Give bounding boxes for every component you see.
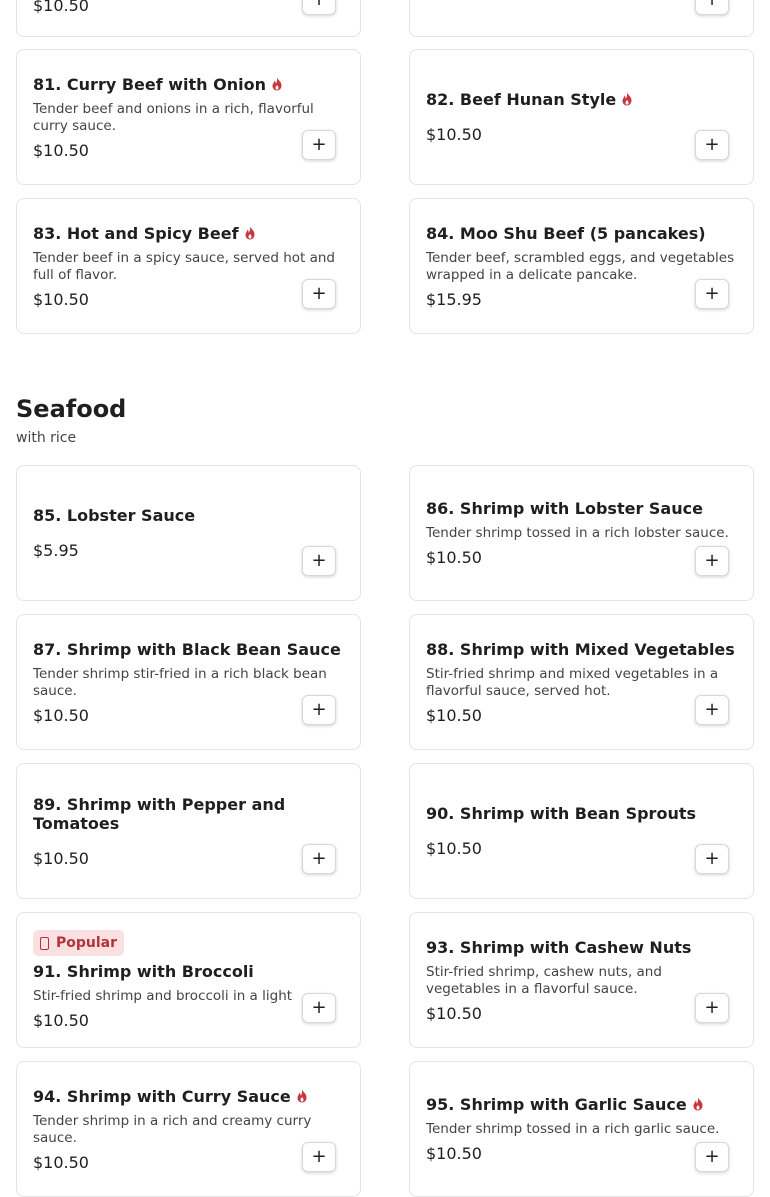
item-description: Stir-fried shrimp and broccoli in a ligh… — [33, 988, 293, 1004]
menu-item-card[interactable]: 90. Shrimp with Bean Sprouts $10.50 + — [409, 763, 754, 899]
menu-item-card[interactable]: 83. Hot and Spicy Beef Tender beef in a … — [16, 198, 361, 334]
add-to-cart-button[interactable]: + — [302, 1142, 336, 1172]
item-description: Tender shrimp tossed in a rich lobster s… — [426, 525, 729, 541]
item-title: 85. Lobster Sauce — [33, 506, 196, 525]
item-price: $10.50 — [33, 0, 89, 15]
item-price: $10.50 — [426, 125, 482, 144]
item-price: $10.50 — [33, 140, 89, 160]
add-to-cart-button[interactable]: + — [302, 546, 336, 576]
item-title: 91. Shrimp with Broccoli — [33, 962, 254, 981]
item-title: 81. Curry Beef with Onion — [33, 74, 266, 94]
add-to-cart-button[interactable]: + — [695, 695, 729, 725]
item-title: 84. Moo Shu Beef (5 pancakes) — [426, 223, 706, 243]
section-title: Seafood — [16, 395, 127, 423]
menu-item-card[interactable]: Popular 91. Shrimp with Broccoli Stir-fr… — [16, 912, 361, 1048]
menu-item-card[interactable]: + — [409, 0, 754, 37]
item-description: Tender beef in a spicy sauce, served hot… — [33, 249, 335, 283]
item-price: $10.50 — [426, 839, 482, 858]
menu-item-card[interactable]: 82. Beef Hunan Style $10.50 + — [409, 49, 754, 185]
item-description: Tender beef, scrambled eggs, and vegetab… — [426, 249, 735, 283]
add-to-cart-button[interactable]: + — [302, 279, 336, 309]
item-title: 86. Shrimp with Lobster Sauce — [426, 499, 703, 518]
item-title: 90. Shrimp with Bean Sprouts — [426, 804, 696, 823]
spicy-flame-icon — [272, 77, 282, 90]
item-description: Tender shrimp tossed in a rich garlic sa… — [426, 1121, 720, 1137]
menu-item-card[interactable]: 84. Moo Shu Beef (5 pancakes) Tender bee… — [409, 198, 754, 334]
item-description: Stir-fried shrimp and mixed vegetables i… — [426, 665, 719, 699]
menu-item-card[interactable]: 89. Shrimp with Pepper and Tomatoes $10.… — [16, 763, 361, 899]
menu-item-card[interactable]: 86. Shrimp with Lobster Sauce Tender shr… — [409, 465, 754, 601]
add-to-cart-button[interactable]: + — [695, 279, 729, 309]
item-title: 83. Hot and Spicy Beef — [33, 223, 239, 243]
add-to-cart-button[interactable]: + — [302, 844, 336, 874]
add-to-cart-button[interactable]: + — [695, 1142, 729, 1172]
item-title: 94. Shrimp with Curry Sauce — [33, 1086, 291, 1106]
item-price: $10.50 — [426, 548, 482, 567]
menu-item-card[interactable]: $10.50 + — [16, 0, 361, 37]
item-price: $10.50 — [426, 1144, 482, 1163]
menu-item-card[interactable]: 88. Shrimp with Mixed Vegetables Stir-fr… — [409, 614, 754, 750]
popular-badge-label: Popular — [56, 935, 118, 951]
add-to-cart-button[interactable]: + — [302, 130, 336, 160]
item-description: Tender beef and onions in a rich, flavor… — [33, 100, 314, 134]
item-description: Tender shrimp stir-fried in a rich black… — [33, 665, 327, 699]
spicy-flame-icon — [622, 92, 632, 106]
add-to-cart-button[interactable]: + — [695, 993, 729, 1023]
item-title: 82. Beef Hunan Style — [426, 90, 617, 109]
item-title: 88. Shrimp with Mixed Vegetables — [426, 639, 735, 659]
item-title: 87. Shrimp with Black Bean Sauce — [33, 639, 341, 659]
item-price: $10.50 — [33, 705, 89, 725]
add-to-cart-button[interactable]: + — [695, 546, 729, 576]
section-subtitle: with rice — [16, 430, 77, 446]
item-price: $10.50 — [33, 1152, 89, 1172]
menu-item-card[interactable]: 87. Shrimp with Black Bean Sauce Tender … — [16, 614, 361, 750]
add-to-cart-button[interactable]: + — [302, 993, 336, 1023]
item-price: $10.50 — [33, 1011, 89, 1030]
item-price: $10.50 — [426, 705, 482, 725]
popular-badge: Popular — [33, 930, 125, 956]
menu-item-card[interactable]: 94. Shrimp with Curry Sauce Tender shrim… — [16, 1061, 361, 1197]
menu-item-card[interactable]: 81. Curry Beef with Onion Tender beef an… — [16, 49, 361, 185]
item-price: $5.95 — [33, 541, 79, 560]
menu-item-card[interactable]: 85. Lobster Sauce $5.95 + — [16, 465, 361, 601]
add-to-cart-button[interactable]: + — [695, 844, 729, 874]
item-description: Tender shrimp in a rich and creamy curry… — [33, 1112, 312, 1146]
add-to-cart-button[interactable]: + — [302, 0, 336, 15]
item-description: Stir-fried shrimp, cashew nuts, and vege… — [426, 963, 662, 997]
item-price: $10.50 — [426, 1003, 482, 1023]
add-to-cart-button[interactable]: + — [302, 695, 336, 725]
item-title: 89. Shrimp with Pepper and Tomatoes — [33, 794, 286, 833]
spicy-flame-icon — [245, 226, 255, 239]
item-title: 93. Shrimp with Cashew Nuts — [426, 937, 692, 957]
add-to-cart-button[interactable]: + — [695, 0, 729, 15]
spicy-flame-icon — [297, 1089, 307, 1102]
popular-icon — [40, 936, 49, 950]
add-to-cart-button[interactable]: + — [695, 130, 729, 160]
item-price: $10.50 — [33, 289, 89, 309]
item-title: 95. Shrimp with Garlic Sauce — [426, 1095, 687, 1114]
item-price: $10.50 — [33, 848, 89, 868]
item-price: $15.95 — [426, 289, 482, 309]
spicy-flame-icon — [693, 1097, 703, 1111]
menu-item-card[interactable]: 93. Shrimp with Cashew Nuts Stir-fried s… — [409, 912, 754, 1048]
menu-item-card[interactable]: 95. Shrimp with Garlic Sauce Tender shri… — [409, 1061, 754, 1197]
